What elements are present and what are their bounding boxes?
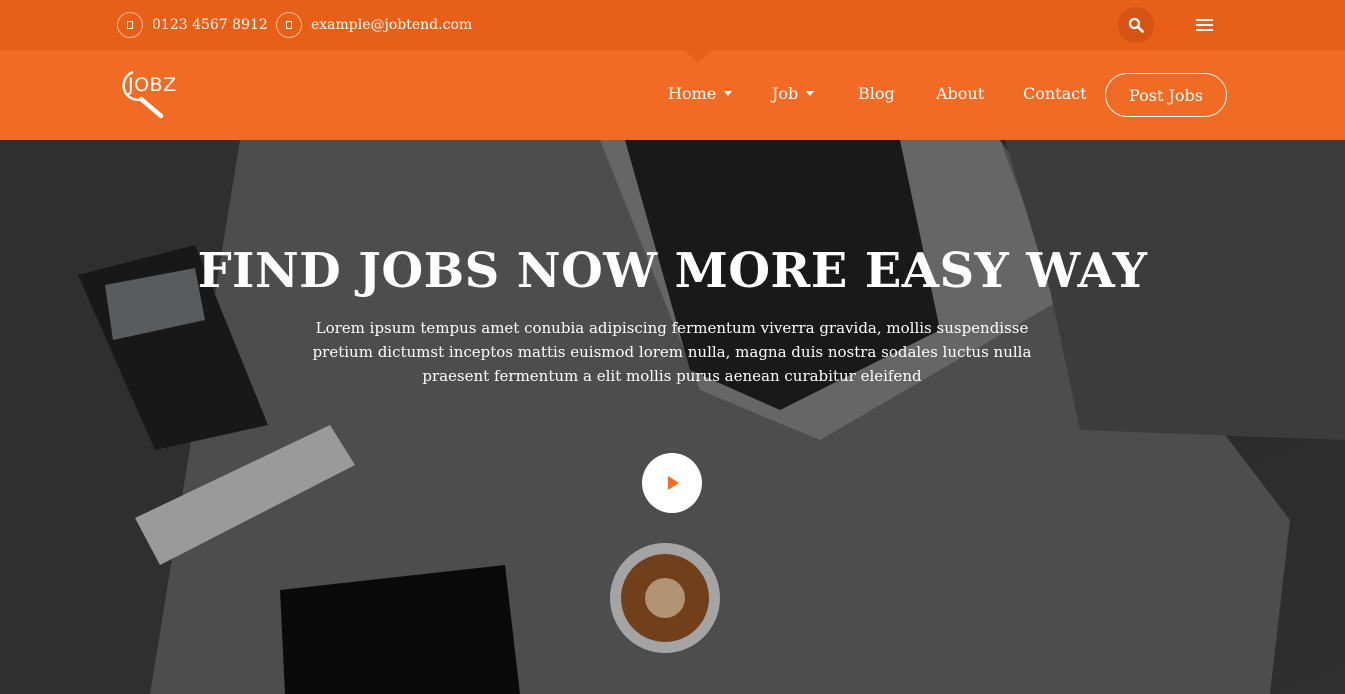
play-video-button[interactable] — [642, 453, 702, 513]
logo-text[interactable]: JOBZ — [128, 74, 177, 96]
contact-email-text: example@jobtend.com — [311, 17, 473, 33]
search-icon — [1128, 17, 1144, 33]
nav-item-label: Home — [668, 84, 717, 103]
hero-description: Lorem ipsum tempus amet conubia adipisci… — [312, 319, 1032, 385]
nav-item-label: Contact — [1023, 84, 1087, 103]
nav-item-about[interactable]: About — [936, 84, 984, 103]
active-nav-pointer — [684, 50, 712, 63]
caret-down-icon — [806, 91, 815, 96]
play-icon — [668, 476, 679, 490]
hamburger-menu-icon[interactable] — [1190, 13, 1218, 37]
nav-item-blog[interactable]: Blog — [858, 84, 895, 103]
nav-item-label: Job — [772, 84, 799, 103]
hero-background-image — [0, 140, 1345, 694]
contact-email[interactable]: example@jobtend.com — [276, 12, 472, 38]
nav-item-home[interactable]: Home — [668, 84, 733, 103]
hero-section — [0, 140, 1345, 694]
post-jobs-button[interactable]: Post Jobs — [1105, 73, 1227, 117]
nav-item-label: Blog — [858, 84, 895, 103]
contact-phone[interactable]: 0123 4567 8912 — [117, 12, 268, 38]
nav-item-job[interactable]: Job — [772, 84, 815, 103]
envelope-icon — [276, 12, 302, 38]
phone-icon — [117, 12, 143, 38]
caret-down-icon — [724, 91, 733, 96]
top-contact-bar: 0123 4567 8912 example@jobtend.com — [0, 0, 1345, 50]
nav-item-label: About — [936, 84, 985, 103]
search-button[interactable] — [1118, 7, 1154, 43]
nav-item-contact[interactable]: Contact — [1023, 84, 1087, 103]
contact-phone-text: 0123 4567 8912 — [152, 17, 268, 33]
hero-title: FIND JOBS NOW MORE EASY WAY — [197, 243, 1148, 299]
